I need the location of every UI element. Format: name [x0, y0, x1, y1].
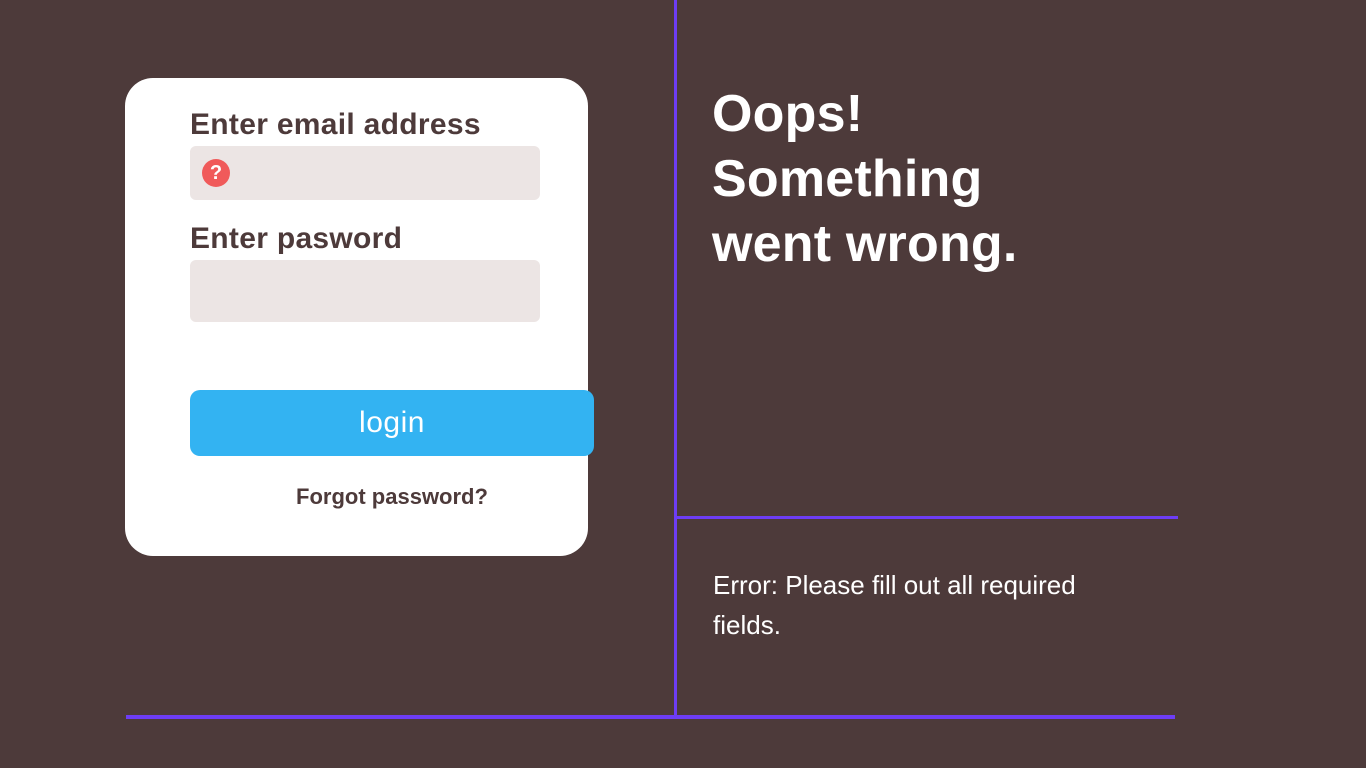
email-input-wrap: ? [190, 146, 528, 200]
password-input-wrap [190, 260, 528, 322]
error-heading-line3: went wrong. [712, 212, 1018, 277]
forgot-password-link[interactable]: Forgot password? [190, 484, 594, 510]
help-icon[interactable]: ? [202, 159, 230, 187]
error-heading: Oops! Something went wrong. [712, 82, 1018, 277]
login-card: Enter email address ? Enter pasword logi… [125, 78, 588, 556]
error-heading-line1: Oops! [712, 82, 1018, 147]
error-message: Error: Please fill out all required fiel… [713, 565, 1133, 646]
error-heading-line2: Something [712, 147, 1018, 212]
password-label: Enter pasword [190, 222, 528, 256]
email-input[interactable] [190, 146, 540, 200]
vertical-divider [674, 0, 677, 718]
login-button[interactable]: login [190, 390, 594, 456]
horizontal-divider-bottom [126, 715, 1175, 719]
password-input[interactable] [190, 260, 540, 322]
email-label: Enter email address [190, 108, 528, 142]
horizontal-divider-mid [676, 516, 1178, 519]
